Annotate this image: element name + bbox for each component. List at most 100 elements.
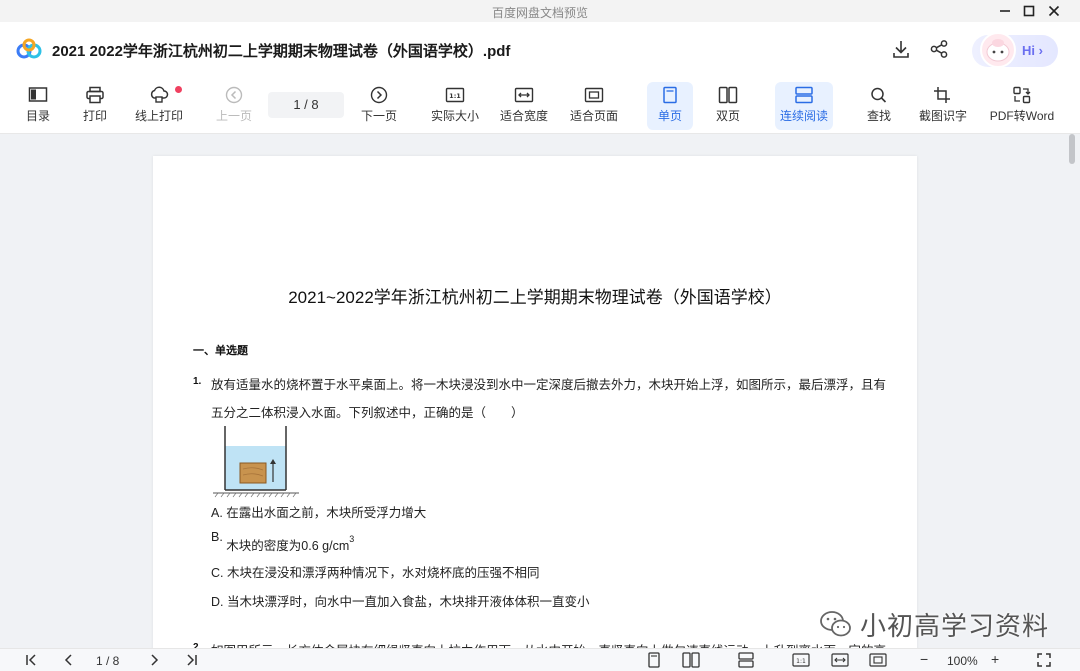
continuous-scroll-icon <box>795 86 813 104</box>
continuous-reading-label: 连续阅读 <box>779 109 828 123</box>
chevron-right-icon <box>151 654 159 666</box>
share-button[interactable] <box>928 38 950 60</box>
ocr-label: 截图识字 <box>918 109 967 123</box>
fit-width-button[interactable]: 适合宽度 <box>499 82 549 130</box>
first-page-button[interactable] <box>22 651 40 669</box>
fit-page-icon <box>869 653 887 667</box>
option-d: D. 当木块漂浮时，向水中一直加入食盐，木块排开液体体积一直变小 <box>211 595 590 609</box>
continuous-reading-button[interactable]: 连续阅读 <box>775 82 833 130</box>
prev-page-label: 上一页 <box>215 109 252 123</box>
search-icon <box>871 87 887 103</box>
assistant-avatar <box>980 32 1016 68</box>
svg-text:1:1: 1:1 <box>449 92 461 100</box>
fit-page-button[interactable]: 适合页面 <box>568 82 620 130</box>
status-bar: 1 / 8 1:1 − 100% + <box>0 648 1080 671</box>
first-page-icon <box>26 654 36 666</box>
window-title: 百度网盘文档预览 <box>491 6 588 20</box>
exam-title: 2021~2022学年浙江杭州初二上学期期末物理试卷（外国语学校） <box>288 288 782 307</box>
bottom-page-indicator[interactable]: 1 / 8 <box>96 654 119 668</box>
bottom-next-page-button[interactable] <box>145 651 163 669</box>
beaker-figure <box>213 426 299 498</box>
fit-page-icon <box>584 87 604 103</box>
bottom-single-page-button[interactable] <box>644 651 664 669</box>
actual-size-label: 实际大小 <box>430 109 479 123</box>
option-c: C. 木块在浸没和漂浮两种情况下，水对烧杯底的压强不相同 <box>211 566 540 580</box>
document-title: 2021 2022学年浙江杭州初二上学期期末物理试卷（外国语学校）.pdf <box>52 43 511 60</box>
fit-width-icon <box>831 653 849 667</box>
prev-page-button[interactable]: 上一页 <box>214 82 254 130</box>
chevron-left-icon <box>64 654 72 666</box>
print-label: 打印 <box>82 109 107 123</box>
actual-size-icon: 1:1 <box>792 653 810 667</box>
bottom-actual-size-button[interactable]: 1:1 <box>790 651 812 669</box>
double-page-label: 双页 <box>715 109 740 123</box>
notification-dot <box>175 86 182 93</box>
assistant-label: Hi › <box>1022 43 1043 58</box>
window-title-bar: 百度网盘文档预览 <box>0 0 1080 22</box>
double-page-button[interactable]: 双页 <box>712 82 744 130</box>
document-page: 2021~2022学年浙江杭州初二上学期期末物理试卷（外国语学校） 一、单选题 … <box>153 156 917 656</box>
next-page-label: 下一页 <box>360 109 397 123</box>
find-button[interactable]: 查找 <box>863 82 895 130</box>
fullscreen-button[interactable] <box>1034 651 1054 669</box>
actual-size-button[interactable]: 1:1 实际大小 <box>430 82 480 130</box>
sidebar-toc-icon <box>28 87 48 102</box>
page-number-input[interactable]: 1 / 8 <box>268 92 344 118</box>
chevron-right-circle-icon <box>370 86 388 104</box>
fullscreen-icon <box>1037 653 1051 667</box>
toc-button[interactable]: 目录 <box>22 82 54 130</box>
watermark-text: 小初高学习资料 <box>860 610 1050 641</box>
last-page-button[interactable] <box>183 651 201 669</box>
ai-assistant-button[interactable]: Hi › <box>972 32 1058 68</box>
baidu-netdisk-logo <box>16 38 42 59</box>
scrollbar-thumb[interactable] <box>1069 134 1075 164</box>
question-number: 1. <box>193 376 202 387</box>
print-button[interactable]: 打印 <box>79 82 111 130</box>
bottom-double-page-button[interactable] <box>680 651 702 669</box>
bottom-fit-width-button[interactable] <box>829 651 851 669</box>
next-page-button[interactable]: 下一页 <box>359 82 399 130</box>
maximize-icon <box>1023 5 1035 17</box>
zoom-out-button[interactable]: − <box>920 651 928 667</box>
watermark: 小初高学习资料 <box>818 604 1049 644</box>
crop-ocr-icon <box>934 87 950 103</box>
toc-label: 目录 <box>25 109 50 123</box>
bottom-continuous-button[interactable] <box>735 651 757 669</box>
viewer-toolbar: 目录 打印 线上打印 上一页 1 / 8 下一页 1:1 实际大小 适合宽度 适… <box>0 78 1080 134</box>
last-page-icon <box>187 654 197 666</box>
convert-icon <box>1013 86 1031 104</box>
minimize-button[interactable] <box>992 0 1018 22</box>
question-text-line: 放有适量水的烧杯置于水平桌面上。将一木块浸没到水中一定深度后撤去外力，木块开始上… <box>211 378 887 392</box>
bottom-fit-page-button[interactable] <box>867 651 889 669</box>
bottom-prev-page-button[interactable] <box>60 651 78 669</box>
fit-width-label: 适合宽度 <box>499 109 548 123</box>
option-a: A. 在露出水面之前，木块所受浮力增大 <box>211 506 427 520</box>
zoom-level[interactable]: 100% <box>947 654 978 668</box>
zoom-in-button[interactable]: + <box>991 651 999 667</box>
actual-size-icon: 1:1 <box>445 87 465 103</box>
printer-icon <box>86 86 104 104</box>
download-button[interactable] <box>890 38 912 60</box>
share-icon <box>930 40 948 58</box>
option-b-text: 木块的密度为0.6 g/cm <box>226 539 350 553</box>
cloud-mascot-icon <box>986 39 1010 62</box>
section-heading: 一、单选题 <box>193 345 248 357</box>
pdf-to-word-label: PDF转Word <box>989 109 1055 123</box>
single-page-icon <box>648 652 660 668</box>
download-icon <box>893 41 909 58</box>
vertical-scrollbar[interactable] <box>1066 134 1080 648</box>
maximize-button[interactable] <box>1016 0 1042 22</box>
single-page-label: 单页 <box>657 109 682 123</box>
find-label: 查找 <box>866 109 891 123</box>
single-page-button[interactable]: 单页 <box>647 82 693 130</box>
fit-page-label: 适合页面 <box>569 109 618 123</box>
pdf-to-word-button[interactable]: PDF转Word <box>987 82 1057 130</box>
question-text-line: 五分之二体积浸入水面。下列叙述中，正确的是（ ） <box>211 406 524 420</box>
close-button[interactable] <box>1041 0 1067 22</box>
ocr-button[interactable]: 截图识字 <box>917 82 969 130</box>
option-b-prefix: B. <box>211 530 223 544</box>
svg-text:1:1: 1:1 <box>796 658 806 665</box>
option-b-superscript: 3 <box>349 533 355 544</box>
continuous-scroll-icon <box>738 652 754 668</box>
fit-width-icon <box>514 87 534 103</box>
